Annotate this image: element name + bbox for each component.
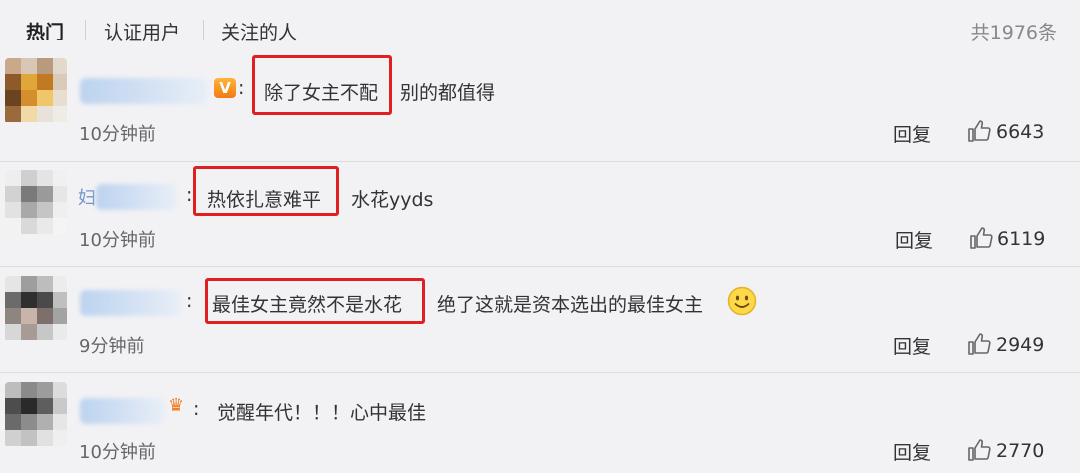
divider [0, 372, 1080, 373]
thumbs-up-icon[interactable] [967, 438, 991, 462]
tab-divider [203, 20, 204, 40]
reply-button[interactable]: 回复 [893, 332, 931, 359]
thumbs-up-icon[interactable] [969, 226, 993, 250]
colon: : [238, 77, 245, 99]
crown-badge-icon: ♛ [168, 395, 185, 416]
highlight-box [252, 55, 392, 115]
highlight-box [205, 278, 425, 324]
like-count: 6643 [996, 121, 1045, 143]
comment-time: 10分钟前 [79, 124, 156, 145]
colon: : [186, 184, 193, 206]
like-count: 2770 [996, 440, 1045, 462]
comment-text: 水花yyds [351, 189, 434, 211]
username-blurred[interactable] [80, 78, 208, 104]
username-blurred[interactable] [96, 184, 176, 210]
tab-verified-users[interactable]: 认证用户 [104, 18, 180, 45]
username-blurred[interactable] [80, 290, 180, 316]
tab-following[interactable]: 关注的人 [221, 18, 297, 45]
vip-badge-icon: V [214, 78, 236, 98]
like-count: 6119 [997, 228, 1046, 250]
reply-button[interactable]: 回复 [893, 438, 931, 465]
smiley-icon [727, 286, 757, 316]
username-first-char[interactable]: 妇 [78, 184, 96, 210]
colon: : [186, 290, 193, 312]
thumbs-up-icon[interactable] [967, 119, 991, 143]
avatar[interactable] [5, 382, 67, 448]
tab-hot[interactable]: 热门 [26, 18, 64, 40]
comment-time: 10分钟前 [79, 442, 156, 463]
comment-time: 9分钟前 [79, 336, 145, 357]
divider [0, 161, 1080, 162]
reply-button[interactable]: 回复 [893, 120, 931, 147]
divider [0, 266, 1080, 267]
comment-text: 觉醒年代！！！心中最佳 [217, 402, 427, 424]
highlight-box [193, 166, 339, 216]
comment-time: 10分钟前 [79, 230, 156, 251]
comment-tabs: 热门 认证用户 关注的人 共1976条 [0, 0, 1080, 54]
like-count: 2949 [996, 334, 1045, 356]
avatar[interactable] [5, 276, 67, 342]
avatar[interactable] [5, 170, 67, 236]
comment-text: 绝了这就是资本选出的最佳女主 [437, 294, 704, 316]
reply-button[interactable]: 回复 [895, 226, 933, 253]
thumbs-up-icon[interactable] [967, 332, 991, 356]
colon: : [193, 398, 200, 420]
comment-count: 共1976条 [970, 22, 1057, 44]
username-blurred[interactable] [80, 398, 164, 424]
avatar[interactable] [5, 58, 67, 124]
tab-divider [85, 20, 86, 40]
comment-text: 别的都值得 [400, 82, 496, 104]
